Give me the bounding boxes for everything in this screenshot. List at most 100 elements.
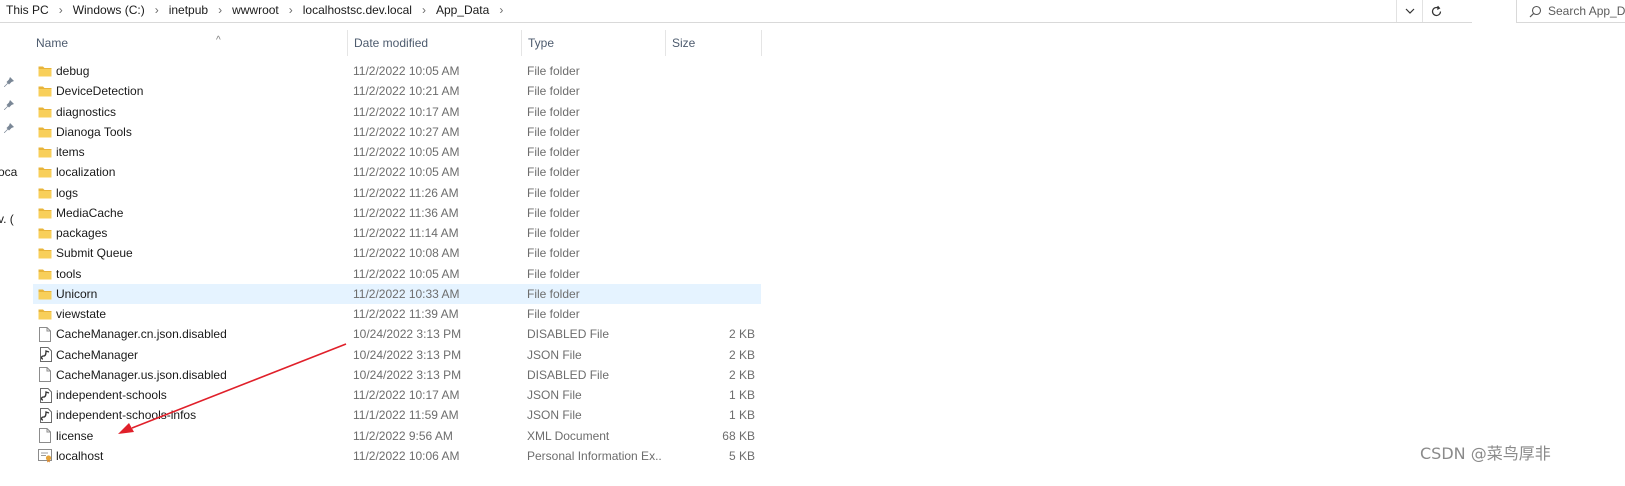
breadcrumb-separator-icon[interactable]: › xyxy=(422,3,426,17)
file-size: 2 KB xyxy=(728,347,755,362)
file-row[interactable]: Submit Queue 11/2/2022 10:08 AM File folde… xyxy=(33,243,761,263)
address-bar[interactable]: This PC › Windows (C:) › inetpub › wwwro… xyxy=(0,0,1472,23)
breadcrumb-wwwroot[interactable]: wwwroot xyxy=(232,3,279,17)
breadcrumb-app-data[interactable]: App_Data xyxy=(436,3,489,17)
nav-item-label[interactable]: v. ( xyxy=(0,212,14,226)
breadcrumb-drive[interactable]: Windows (C:) xyxy=(73,3,145,17)
file-name: logs xyxy=(56,185,79,200)
file-size: 1 KB xyxy=(728,388,755,402)
breadcrumb-separator-icon[interactable]: › xyxy=(499,3,503,17)
file-type: File folder xyxy=(527,104,580,119)
file-size xyxy=(673,203,755,223)
file-row[interactable]: debug 11/2/2022 10:05 AM File folder xyxy=(33,61,761,81)
refresh-button[interactable] xyxy=(1422,0,1449,22)
file-icon xyxy=(37,426,53,446)
search-placeholder: Search App_D xyxy=(1548,4,1625,18)
file-size xyxy=(673,243,755,263)
file-row-selected[interactable]: Unicorn 11/2/2022 10:33 AM File folder xyxy=(33,283,761,304)
file-type: File folder xyxy=(527,124,580,139)
pin-icon[interactable] xyxy=(3,99,15,111)
json-file-icon xyxy=(37,385,53,405)
file-type: File folder xyxy=(527,84,580,99)
file-type: File folder xyxy=(527,185,580,200)
file-name: independent-schools-infos xyxy=(56,408,197,423)
file-icon xyxy=(37,324,53,344)
file-date-modified: 10/24/2022 3:13 PM xyxy=(353,347,462,362)
address-history-button[interactable] xyxy=(1396,0,1423,22)
column-header-date[interactable]: Date modified xyxy=(348,30,522,56)
file-name: tools xyxy=(56,266,82,281)
file-size: 68 KB xyxy=(722,428,755,443)
file-name: Unicorn xyxy=(56,286,98,301)
folder-icon xyxy=(37,203,53,223)
file-date-modified: 10/24/2022 3:13 PM xyxy=(353,327,462,342)
file-type: JSON File xyxy=(527,408,582,423)
file-row[interactable]: Dianoga Tools 11/2/2022 10:27 AM File fold… xyxy=(33,122,761,142)
file-row[interactable]: packages 11/2/2022 11:14 AM File folder xyxy=(33,223,761,243)
breadcrumb-this-pc[interactable]: This PC xyxy=(6,3,49,17)
nav-item-label[interactable]: oca xyxy=(0,165,17,179)
pin-icon[interactable] xyxy=(3,122,15,134)
search-box[interactable]: Search App_D xyxy=(1516,0,1625,23)
file-row[interactable]: independent-schools 11/2/2022 10:17 AM JSO… xyxy=(33,385,761,405)
breadcrumb-site[interactable]: localhostsc.dev.local xyxy=(303,3,412,17)
file-size xyxy=(673,162,755,182)
column-header-size[interactable]: Size xyxy=(666,30,762,56)
file-row[interactable]: CacheManager.cn.json.disabled 10/24/2022 … xyxy=(33,324,761,344)
file-row[interactable]: logs 11/2/2022 11:26 AM File folder xyxy=(33,183,761,203)
breadcrumb-separator-icon[interactable]: › xyxy=(59,3,63,17)
file-row[interactable]: localhost 11/2/2022 10:06 AM Personal Info… xyxy=(33,446,761,466)
file-row[interactable]: diagnostics 11/2/2022 10:17 AM File folder xyxy=(33,102,761,122)
file-row[interactable]: CacheManager 10/24/2022 3:13 PM JSON File 2… xyxy=(33,345,761,365)
breadcrumb-inetpub[interactable]: inetpub xyxy=(169,3,208,17)
file-row[interactable]: CacheManager.us.json.disabled 10/24/2022 … xyxy=(33,365,761,385)
breadcrumb-separator-icon[interactable]: › xyxy=(218,3,222,17)
column-name-label: Name xyxy=(36,36,69,50)
file-row[interactable]: viewstate 11/2/2022 11:39 AM File folder xyxy=(33,304,761,324)
folder-icon xyxy=(37,162,53,182)
file-name: independent-schools xyxy=(56,388,167,402)
json-file-icon xyxy=(37,345,53,365)
file-row[interactable]: items 11/2/2022 10:05 AM File folder xyxy=(33,142,761,162)
file-type: JSON File xyxy=(527,347,582,362)
file-size xyxy=(673,264,755,284)
breadcrumb-separator-icon[interactable]: › xyxy=(155,3,159,17)
search-icon xyxy=(1529,5,1542,17)
file-row[interactable]: independent-schools-infos 11/1/2022 11:59… xyxy=(33,405,761,425)
file-date-modified: 11/2/2022 10:17 AM xyxy=(353,104,460,119)
file-date-modified: 11/2/2022 11:36 AM xyxy=(353,205,459,220)
file-size xyxy=(673,81,755,101)
file-type: File folder xyxy=(527,246,580,261)
file-date-modified: 11/2/2022 10:05 AM xyxy=(353,266,460,281)
file-date-modified: 11/2/2022 10:27 AM xyxy=(353,124,460,139)
breadcrumb-separator-icon[interactable]: › xyxy=(289,3,293,17)
file-name: viewstate xyxy=(56,307,107,321)
file-name: Submit Queue xyxy=(56,246,133,261)
file-size: 1 KB xyxy=(728,408,755,423)
column-header-type[interactable]: Type xyxy=(522,30,666,56)
certificate-icon xyxy=(37,446,53,466)
file-name: license xyxy=(56,428,94,443)
file-row[interactable]: license 11/2/2022 9:56 AM XML Document 68 K… xyxy=(33,426,761,446)
navigation-pane[interactable]: oca v. ( xyxy=(0,30,18,486)
file-row[interactable]: DeviceDetection 11/2/2022 10:21 AM File fo… xyxy=(33,81,761,101)
file-size: 5 KB xyxy=(728,448,755,463)
file-name: localization xyxy=(56,165,116,180)
file-name: CacheManager.us.json.disabled xyxy=(56,367,227,382)
file-row[interactable]: tools 11/2/2022 10:05 AM File folder xyxy=(33,264,761,284)
file-row[interactable]: localization 11/2/2022 10:05 AM File folde… xyxy=(33,162,761,182)
file-name: MediaCache xyxy=(56,205,124,220)
file-icon xyxy=(37,365,53,385)
file-date-modified: 11/2/2022 10:05 AM xyxy=(353,145,460,159)
file-type: File folder xyxy=(527,145,580,159)
file-row[interactable]: MediaCache 11/2/2022 11:36 AM File folder xyxy=(33,203,761,223)
pin-icon[interactable] xyxy=(3,76,15,88)
folder-icon xyxy=(37,304,53,324)
refresh-icon xyxy=(1431,5,1441,16)
file-date-modified: 10/24/2022 3:13 PM xyxy=(353,367,462,382)
column-header-name[interactable]: Name ^ xyxy=(30,30,348,56)
folder-icon xyxy=(37,142,53,162)
file-type: File folder xyxy=(527,205,580,220)
file-date-modified: 11/2/2022 10:05 AM xyxy=(353,64,460,78)
file-name: diagnostics xyxy=(56,104,117,119)
